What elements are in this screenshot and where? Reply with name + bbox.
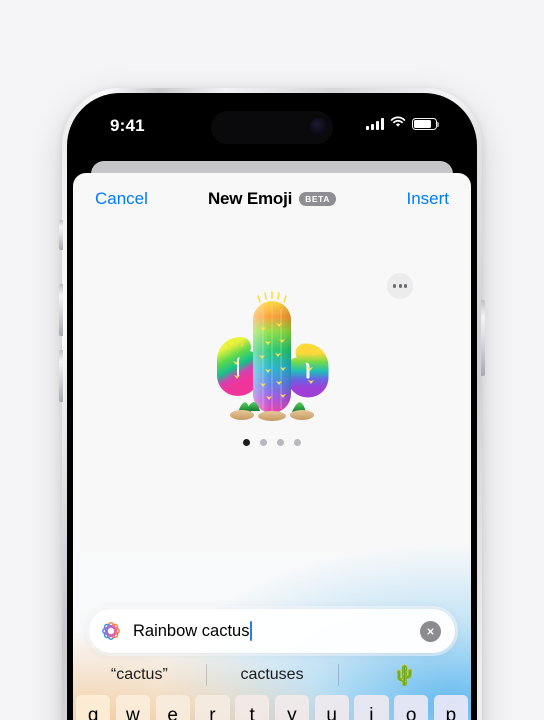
volume-down-button[interactable] <box>59 350 63 402</box>
emoji-slide-main[interactable] <box>73 283 471 423</box>
suggestion-quoted[interactable]: “cactus” <box>73 666 206 684</box>
onscreen-keyboard: qwertyuiop asdfghjkl <box>73 695 471 720</box>
key-e[interactable]: e <box>155 695 190 720</box>
status-bar-clock: 9:41 <box>110 116 145 135</box>
text-cursor <box>250 621 253 641</box>
device-screen: 9:41 Cancel New Emoji BETA Insert Rainbo… <box>73 99 471 720</box>
prompt-text-value[interactable]: Rainbow cactus <box>133 621 420 641</box>
new-emoji-sheet: Cancel New Emoji BETA Insert Rainbow cac… <box>73 173 471 720</box>
status-bar: 9:41 <box>73 99 471 157</box>
action-button[interactable] <box>59 220 63 250</box>
suggestion-plural[interactable]: cactuses <box>206 666 339 684</box>
page-dot[interactable] <box>294 439 301 446</box>
wifi-icon <box>390 115 406 133</box>
key-p[interactable]: p <box>433 695 468 720</box>
cancel-button[interactable]: Cancel <box>95 189 148 209</box>
page-dot[interactable] <box>260 439 267 446</box>
sheet-navigation-bar: Cancel New Emoji BETA Insert <box>73 173 471 225</box>
beta-badge: BETA <box>299 191 337 207</box>
clear-circle-icon[interactable] <box>420 620 441 642</box>
suggestion-emoji[interactable]: 🌵 <box>338 663 471 688</box>
ellipsis-icon[interactable] <box>387 273 413 299</box>
pastel-cactus-emoji[interactable] <box>469 317 471 413</box>
key-u[interactable]: u <box>314 695 349 720</box>
emoji-description-field[interactable]: Rainbow cactus <box>89 609 455 653</box>
screenshot-root: 9:41 Cancel New Emoji BETA Insert Rainbo… <box>0 0 544 720</box>
cellular-bars-icon <box>366 118 384 130</box>
emoji-slide-next[interactable] <box>437 317 471 423</box>
predictive-suggestion-bar: “cactus” cactuses 🌵 <box>73 655 471 695</box>
battery-icon <box>412 118 440 130</box>
key-r[interactable]: r <box>195 695 230 720</box>
page-dot[interactable] <box>243 439 250 446</box>
power-button[interactable] <box>481 300 485 376</box>
rainbow-cactus-emoji[interactable] <box>208 283 336 423</box>
front-camera-icon <box>310 118 328 136</box>
page-indicator-dots[interactable] <box>73 439 471 446</box>
key-w[interactable]: w <box>115 695 150 720</box>
key-q[interactable]: q <box>76 695 111 720</box>
key-o[interactable]: o <box>394 695 429 720</box>
key-i[interactable]: i <box>354 695 389 720</box>
insert-button[interactable]: Insert <box>406 189 449 209</box>
emoji-prompt-bar: Rainbow cactus <box>73 609 471 653</box>
keyboard-row-1: qwertyuiop <box>73 695 471 720</box>
iphone-device-frame: 9:41 Cancel New Emoji BETA Insert Rainbo… <box>59 88 485 720</box>
key-y[interactable]: y <box>274 695 309 720</box>
prompt-text: Rainbow cactus <box>133 621 250 640</box>
status-bar-indicators <box>366 115 440 133</box>
page-title: New Emoji <box>207 189 293 208</box>
volume-up-button[interactable] <box>59 284 63 336</box>
apple-intelligence-icon <box>102 622 120 640</box>
page-dot[interactable] <box>277 439 284 446</box>
key-t[interactable]: t <box>235 695 270 720</box>
